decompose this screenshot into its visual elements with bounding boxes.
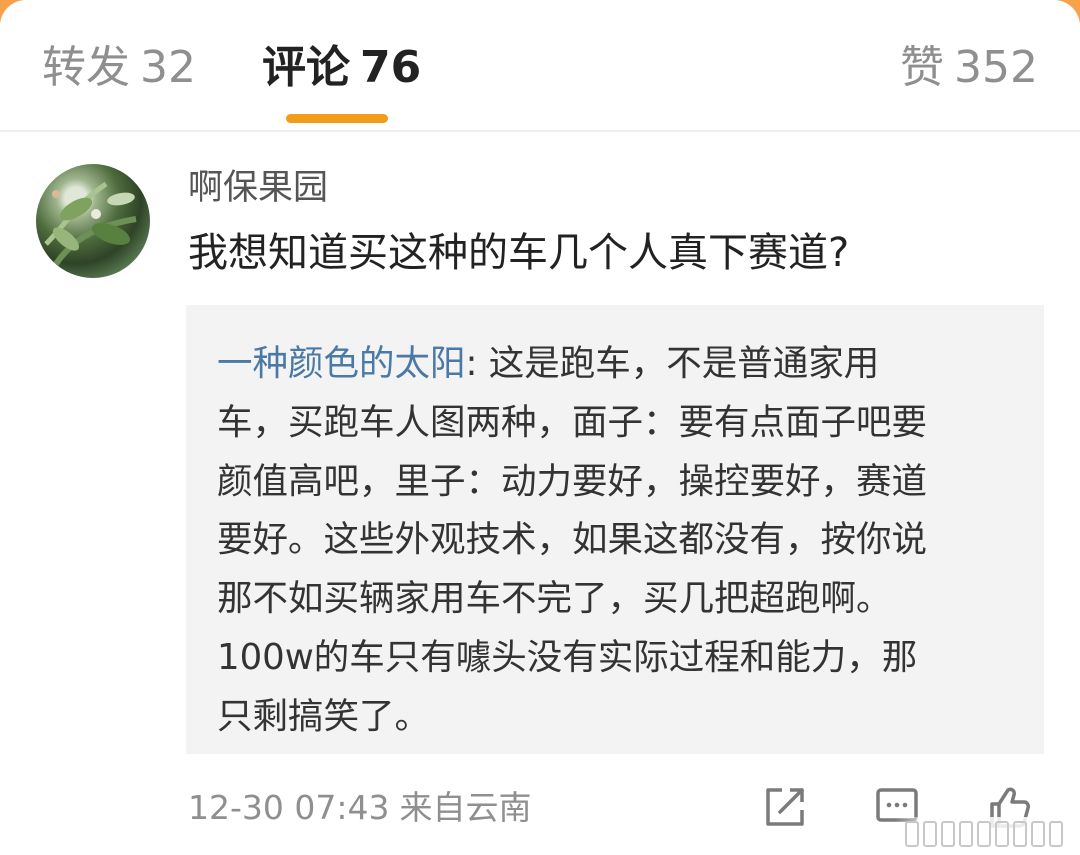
tab-likes[interactable]: 赞 352 bbox=[900, 40, 1038, 96]
reply-text-line: 车，买跑车人图两种，面子：要有点面子吧要 bbox=[217, 401, 928, 443]
tab-reposts-count: 32 bbox=[140, 42, 196, 93]
tab-reposts-label: 转发 bbox=[42, 42, 130, 93]
comment-username[interactable]: 啊保果园 bbox=[188, 166, 328, 210]
reply-text-line: 那不如买辆家用车不完了，买几把超跑啊。 bbox=[217, 578, 892, 620]
reply-separator: : bbox=[465, 343, 478, 384]
reply-text-line: 100w的车只有噱头没有实际过程和能力，那 bbox=[217, 636, 918, 678]
tab-reposts[interactable]: 转发 32 bbox=[42, 40, 196, 96]
active-tab-indicator bbox=[286, 114, 388, 123]
tab-likes-count: 352 bbox=[954, 42, 1038, 93]
tab-likes-label: 赞 bbox=[900, 42, 945, 93]
reply-text-line: 颜值高吧，里子：动力要好，操控要好，赛道 bbox=[217, 460, 928, 502]
comment-meta: 12-30 07:43 来自云南 bbox=[188, 786, 531, 830]
comment-sheet: 转发 32 评论 76 赞 352 啊保果园 我想知道买这种的车几个人真下赛道? 一种… bbox=[0, 0, 1080, 855]
tab-comments[interactable]: 评论 76 bbox=[262, 40, 421, 96]
tab-bar: 转发 32 评论 76 赞 352 bbox=[0, 0, 1080, 132]
reply-text-line: 这是跑车，不是普通家用 bbox=[477, 343, 880, 384]
reply-preview[interactable]: 一种颜色的太阳: 这是跑车，不是普通家用 车，买跑车人图两种，面子：要有点面子吧… bbox=[186, 305, 1044, 754]
tab-comments-count: 76 bbox=[360, 42, 422, 93]
reply-text-line: 要好。这些外观技术，如果这都没有，按你说 bbox=[217, 519, 928, 561]
comment-text: 我想知道买这种的车几个人真下赛道? bbox=[188, 230, 850, 276]
tab-comments-label: 评论 bbox=[262, 42, 350, 93]
comment-location: 来自云南 bbox=[399, 788, 532, 827]
reply-line: 一种颜色的太阳: 这是跑车，不是普通家用 bbox=[217, 335, 1004, 394]
avatar-image bbox=[44, 181, 137, 266]
reply-author[interactable]: 一种颜色的太阳 bbox=[217, 343, 466, 384]
reply-text-line: 只剩搞笑了。 bbox=[217, 695, 431, 737]
comment-timestamp: 12-30 07:43 bbox=[188, 788, 390, 827]
avatar[interactable] bbox=[36, 164, 150, 278]
watermark bbox=[895, 817, 1080, 855]
share-icon[interactable] bbox=[760, 782, 810, 832]
